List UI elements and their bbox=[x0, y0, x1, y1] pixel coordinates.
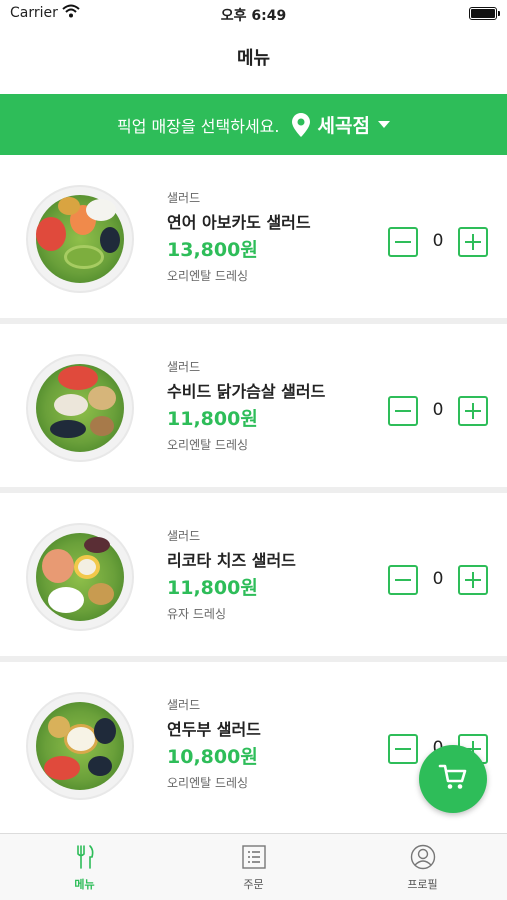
item-price: 11,800원 bbox=[167, 408, 258, 430]
item-price: 10,800원 bbox=[167, 746, 258, 768]
menu-item[interactable]: 샐러드 수비드 닭가슴살 샐러드 11,800원 오리엔탈 드레싱 0 bbox=[0, 324, 507, 487]
minus-icon bbox=[395, 241, 411, 243]
tab-profile-label: 프로필 bbox=[407, 878, 438, 891]
tab-orders[interactable]: 주문 bbox=[169, 834, 338, 900]
tab-profile[interactable]: 프로필 bbox=[338, 834, 507, 900]
order-list-icon bbox=[241, 844, 267, 870]
salad-image bbox=[28, 525, 132, 629]
quantity-stepper: 0 bbox=[388, 396, 488, 426]
decrease-button[interactable] bbox=[388, 396, 418, 426]
salad-image bbox=[28, 694, 132, 798]
status-bar: Carrier 오후 6:49 bbox=[0, 0, 507, 28]
minus-icon bbox=[395, 748, 411, 750]
quantity-value: 0 bbox=[432, 569, 444, 589]
increase-button[interactable] bbox=[458, 227, 488, 257]
quantity-value: 0 bbox=[432, 231, 444, 251]
item-price: 11,800원 bbox=[167, 577, 258, 599]
item-dressing: 유자 드레싱 bbox=[167, 607, 227, 621]
minus-icon bbox=[395, 579, 411, 581]
item-dressing: 오리엔탈 드레싱 bbox=[167, 438, 249, 452]
item-name: 연어 아보카도 샐러드 bbox=[167, 213, 311, 232]
item-dressing: 오리엔탈 드레싱 bbox=[167, 776, 249, 790]
battery-icon bbox=[469, 7, 500, 20]
item-name: 연두부 샐러드 bbox=[167, 720, 261, 739]
status-time: 오후 6:49 bbox=[220, 8, 287, 24]
tab-menu-label: 메뉴 bbox=[74, 878, 95, 891]
increase-button[interactable] bbox=[458, 396, 488, 426]
page-title: 메뉴 bbox=[236, 48, 271, 69]
fork-knife-icon bbox=[72, 844, 98, 870]
item-name: 리코타 치즈 샐러드 bbox=[167, 551, 296, 570]
decrease-button[interactable] bbox=[388, 734, 418, 764]
profile-icon bbox=[410, 844, 436, 870]
item-dressing: 오리엔탈 드레싱 bbox=[167, 269, 249, 283]
quantity-value: 0 bbox=[432, 400, 444, 420]
cart-icon bbox=[438, 763, 468, 795]
quantity-stepper: 0 bbox=[388, 227, 488, 257]
salad-image bbox=[28, 356, 132, 460]
tab-menu[interactable]: 메뉴 bbox=[0, 834, 169, 900]
caret-down-icon bbox=[377, 121, 390, 128]
menu-item[interactable]: 샐러드 연어 아보카도 샐러드 13,800원 오리엔탈 드레싱 0 bbox=[0, 155, 507, 318]
tab-orders-label: 주문 bbox=[243, 878, 264, 891]
quantity-stepper: 0 bbox=[388, 565, 488, 595]
menu-item[interactable]: 샐러드 리코타 치즈 샐러드 11,800원 유자 드레싱 0 bbox=[0, 493, 507, 656]
tab-bar: 메뉴 주문 프로필 bbox=[0, 833, 507, 900]
item-price: 13,800원 bbox=[167, 239, 258, 261]
item-category: 샐러드 bbox=[167, 191, 201, 205]
minus-icon bbox=[395, 410, 411, 412]
location-pin-icon bbox=[291, 112, 310, 137]
decrease-button[interactable] bbox=[388, 565, 418, 595]
item-category: 샐러드 bbox=[167, 529, 201, 543]
item-name: 수비드 닭가슴살 샐러드 bbox=[167, 382, 326, 401]
increase-button[interactable] bbox=[458, 565, 488, 595]
menu-list: 샐러드 연어 아보카도 샐러드 13,800원 오리엔탈 드레싱 0 샐러드 수… bbox=[0, 155, 507, 825]
item-category: 샐러드 bbox=[167, 360, 201, 374]
salad-image bbox=[28, 187, 132, 291]
store-prompt: 픽업 매장을 선택하세요. bbox=[117, 116, 280, 136]
store-name: 세곡점 bbox=[317, 115, 370, 137]
item-category: 샐러드 bbox=[167, 698, 201, 712]
store-selector[interactable]: 픽업 매장을 선택하세요. 세곡점 bbox=[0, 94, 507, 155]
cart-button[interactable] bbox=[419, 745, 487, 813]
decrease-button[interactable] bbox=[388, 227, 418, 257]
